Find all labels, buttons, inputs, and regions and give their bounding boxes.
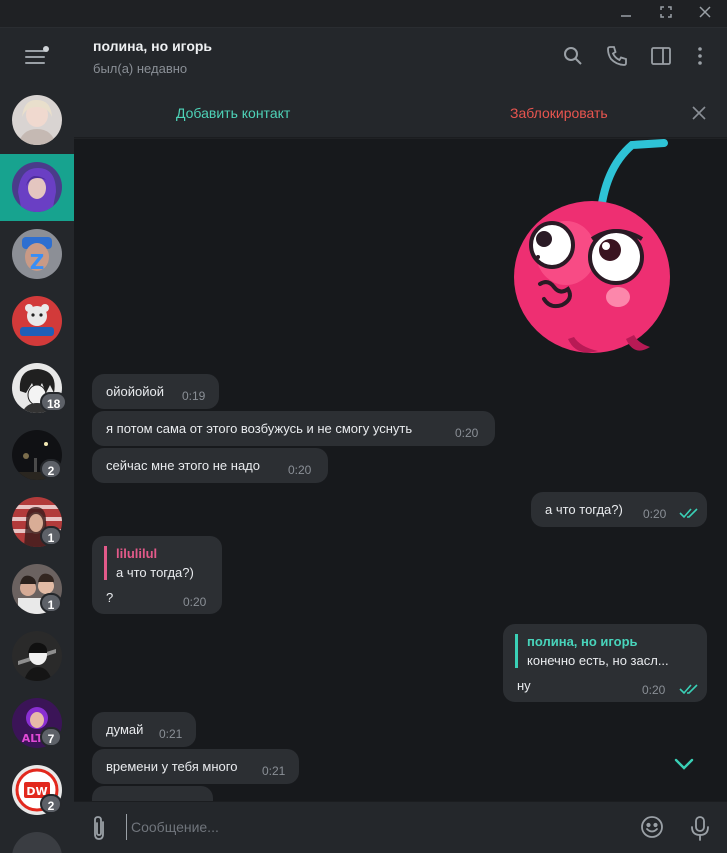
chat-list-item[interactable]: 1 xyxy=(0,489,74,556)
peer-name[interactable]: полина, но игорь xyxy=(93,38,212,54)
reply-preview[interactable]: полина, но игорь конечно есть, но засл..… xyxy=(515,634,669,668)
outgoing-message[interactable]: а что тогда?) 0:20 xyxy=(531,492,707,527)
reply-text: конечно есть, но засл... xyxy=(527,653,669,668)
add-contact-button[interactable]: Добавить контакт xyxy=(176,105,290,121)
message-text: я потом сама от этого возбужусь и не смо… xyxy=(106,421,413,436)
message-composer xyxy=(74,801,727,853)
search-icon[interactable] xyxy=(561,44,585,68)
message-time: 0:21 xyxy=(262,764,286,778)
incoming-reply-message[interactable]: lilulilul а что тогда?) ? 0:20 xyxy=(92,536,222,614)
block-contact-button[interactable]: Заблокировать xyxy=(510,105,608,121)
emoji-icon[interactable] xyxy=(639,814,665,840)
chat-list-item[interactable] xyxy=(0,288,74,355)
message-list[interactable]: ойойойой 0:19 я потом сама от этого возб… xyxy=(74,139,727,801)
message-time: 0:19 xyxy=(182,389,206,403)
chat-list-item[interactable]: 18 xyxy=(0,355,74,422)
chat-list-item[interactable] xyxy=(0,824,74,853)
read-checkmarks-icon xyxy=(679,508,698,519)
reply-author: lilulilul xyxy=(116,546,158,561)
sidebar-toggle-icon[interactable] xyxy=(649,44,673,68)
message-text: времени у тебя много xyxy=(106,759,238,774)
reply-author: полина, но игорь xyxy=(527,634,638,649)
microphone-icon[interactable] xyxy=(689,814,711,842)
chat-header: полина, но игорь был(а) недавно xyxy=(74,28,727,88)
incoming-message[interactable]: я потом сама от этого возбужусь и не смо… xyxy=(92,411,495,446)
unread-badge: 7 xyxy=(40,727,62,747)
message-text: ойойойой xyxy=(106,384,164,399)
avatar xyxy=(12,296,62,346)
avatar xyxy=(12,832,62,853)
unread-badge: 2 xyxy=(40,794,62,814)
message-text: сейчас мне этого не надо xyxy=(106,458,260,473)
incoming-message[interactable]: сейчас мне этого не надо 0:20 xyxy=(92,448,328,483)
contact-action-bar: Добавить контакт Заблокировать xyxy=(74,88,727,138)
avatar: Z xyxy=(12,229,62,279)
message-time: 0:20 xyxy=(288,463,312,477)
unread-badge: 1 xyxy=(40,593,62,613)
message-time: 0:20 xyxy=(642,683,666,697)
avatar xyxy=(12,95,62,145)
close-icon[interactable] xyxy=(693,4,717,24)
cherry-sticker[interactable] xyxy=(500,139,670,359)
avatar xyxy=(12,162,62,212)
chat-list-item-active[interactable] xyxy=(0,154,74,221)
avatar xyxy=(12,631,62,681)
outgoing-reply-message[interactable]: полина, но игорь конечно есть, но засл..… xyxy=(503,624,707,702)
message-input[interactable] xyxy=(126,814,626,840)
incoming-message[interactable]: времени у тебя много 0:21 xyxy=(92,749,299,784)
svg-text:Z: Z xyxy=(30,250,45,274)
peer-status: был(а) недавно xyxy=(93,61,188,76)
read-checkmarks-icon xyxy=(679,684,698,695)
chat-list-item[interactable] xyxy=(0,623,74,690)
unread-badge: 1 xyxy=(40,526,62,546)
chat-list-item[interactable]: Z xyxy=(0,221,74,288)
minimize-icon[interactable] xyxy=(614,4,638,24)
chat-list-sidebar: Z 18 2 1 1 ALT+ 7 DW 2 xyxy=(0,28,74,853)
message-text: думай xyxy=(106,722,144,737)
message-time: 0:20 xyxy=(643,507,667,521)
incoming-message-partial[interactable] xyxy=(92,786,213,801)
chat-list-item[interactable]: 2 xyxy=(0,422,74,489)
message-time: 0:21 xyxy=(159,727,183,741)
chat-list-item[interactable] xyxy=(0,87,74,154)
menu-icon[interactable] xyxy=(25,46,49,66)
incoming-message[interactable]: думай 0:21 xyxy=(92,712,196,747)
paperclip-icon[interactable] xyxy=(88,814,110,842)
more-options-icon[interactable] xyxy=(688,44,712,68)
chat-list-item[interactable]: 1 xyxy=(0,556,74,623)
chevron-down-icon[interactable] xyxy=(672,752,696,776)
message-text: ну xyxy=(517,678,531,693)
reply-text: а что тогда?) xyxy=(116,565,194,580)
message-text: а что тогда?) xyxy=(545,502,623,517)
phone-icon[interactable] xyxy=(605,44,629,68)
message-time: 0:20 xyxy=(183,595,207,609)
close-icon[interactable] xyxy=(691,105,707,121)
unread-badge: 18 xyxy=(40,392,68,412)
chat-list-item[interactable]: ALT+ 7 xyxy=(0,690,74,757)
message-time: 0:20 xyxy=(455,426,479,440)
message-text: ? xyxy=(106,590,114,605)
chat-list-item[interactable]: DW 2 xyxy=(0,757,74,824)
incoming-message[interactable]: ойойойой 0:19 xyxy=(92,374,219,409)
maximize-icon[interactable] xyxy=(654,4,678,24)
reply-preview[interactable]: lilulilul а что тогда?) xyxy=(104,546,194,580)
window-titlebar xyxy=(0,0,727,28)
unread-badge: 2 xyxy=(40,459,62,479)
